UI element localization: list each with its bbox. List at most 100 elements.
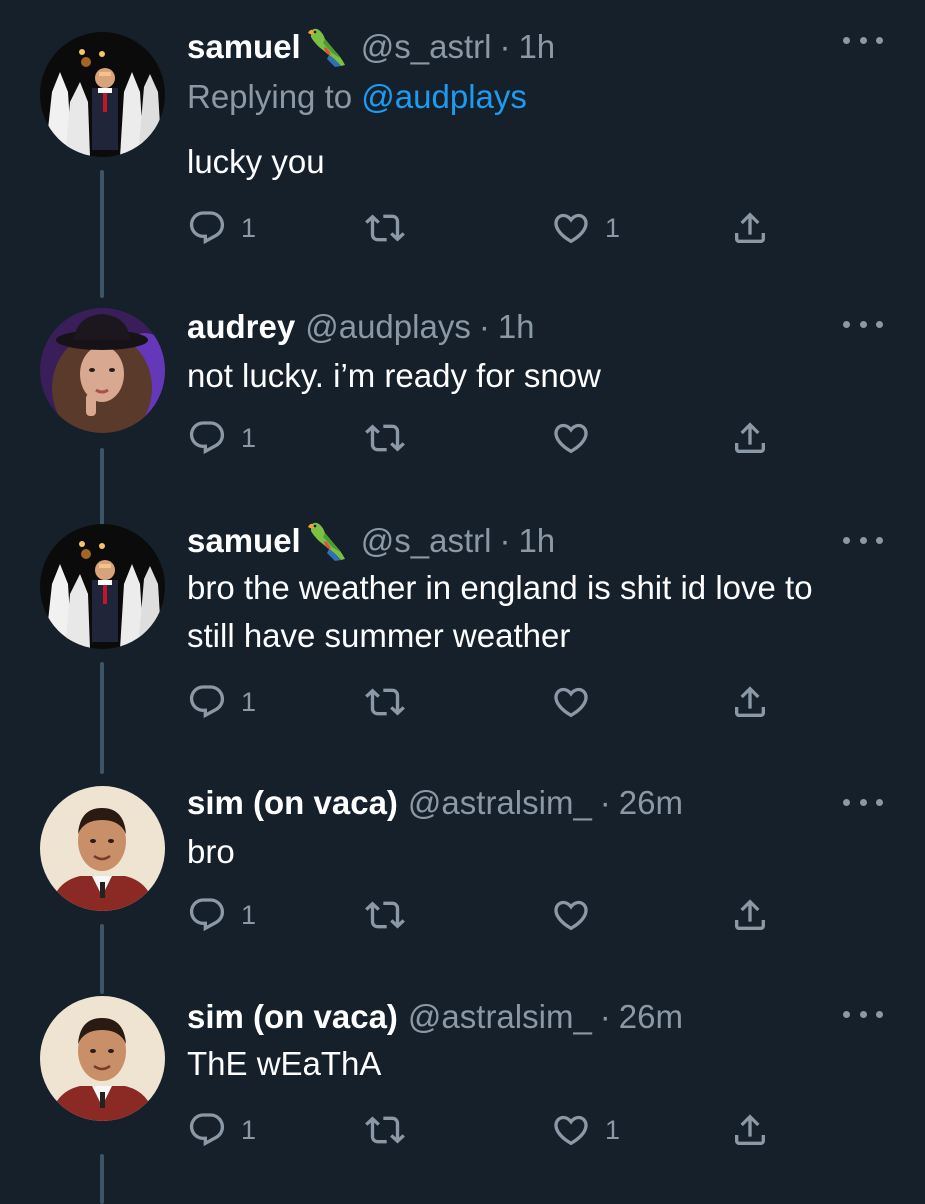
like-button[interactable] <box>551 677 605 727</box>
tweet-text: bro <box>187 833 235 870</box>
retweet-icon <box>365 682 405 722</box>
reply-button[interactable]: 1 <box>187 413 256 463</box>
replying-to-label: Replying to <box>187 78 353 115</box>
timestamp[interactable]: 1h <box>518 522 555 560</box>
handle[interactable]: @s_astrl <box>361 28 492 66</box>
replying-to: Replying to @audplays <box>187 78 527 116</box>
parrot-emoji-icon <box>305 25 349 69</box>
share-button[interactable] <box>730 203 770 253</box>
tweet-header: samuel @s_astrl · 1h <box>187 22 555 72</box>
tweet-actions: 1 <box>187 890 787 940</box>
tweet-actions: 1 1 <box>187 1105 787 1155</box>
avatar[interactable] <box>40 996 165 1121</box>
heart-icon <box>551 895 591 935</box>
reply-button[interactable]: 1 <box>187 890 256 940</box>
like-button[interactable]: 1 <box>551 1105 620 1155</box>
display-name[interactable]: samuel <box>187 28 301 66</box>
tweet-actions: 1 <box>187 677 787 727</box>
share-icon <box>730 418 770 458</box>
retweet-button[interactable] <box>365 1105 419 1155</box>
more-options-icon[interactable] <box>843 792 883 812</box>
more-options-icon[interactable] <box>843 314 883 334</box>
more-options-icon[interactable] <box>843 530 883 550</box>
separator-dot: · <box>499 522 511 559</box>
display-name[interactable]: samuel <box>187 522 301 560</box>
thread-line <box>100 1154 104 1204</box>
like-button[interactable] <box>551 413 605 463</box>
reply-button[interactable]: 1 <box>187 203 256 253</box>
heart-icon <box>551 208 591 248</box>
thread-line <box>100 170 104 298</box>
avatar[interactable] <box>40 32 165 157</box>
display-name[interactable]: sim (on vaca) <box>187 784 398 822</box>
display-name[interactable]: audrey <box>187 308 295 346</box>
handle[interactable]: @audplays <box>305 308 471 346</box>
avatar-audrey-icon <box>40 308 165 433</box>
retweet-icon <box>365 418 405 458</box>
display-name[interactable]: sim (on vaca) <box>187 998 398 1036</box>
retweet-button[interactable] <box>365 203 419 253</box>
reply-icon <box>187 682 227 722</box>
reply-mention-link[interactable]: @audplays <box>361 78 527 115</box>
like-count: 1 <box>605 1114 621 1145</box>
tweet-header: sim (on vaca) @astralsim_ · 26m <box>187 992 683 1042</box>
retweet-button[interactable] <box>365 677 419 727</box>
retweet-icon <box>365 208 405 248</box>
more-options-icon[interactable] <box>843 30 883 50</box>
heart-icon <box>551 1110 591 1150</box>
handle[interactable]: @astralsim_ <box>408 784 592 822</box>
retweet-icon <box>365 1110 405 1150</box>
tweet[interactable]: sim (on vaca) @astralsim_ · 26m bro 1 <box>0 782 925 994</box>
tweet-text: ThE wEaThA <box>187 1045 382 1082</box>
avatar-sim-icon <box>40 996 165 1121</box>
share-button[interactable] <box>730 413 770 463</box>
tweet-text: bro the weather in england is shit id lo… <box>187 569 813 654</box>
like-button[interactable]: 1 <box>551 203 620 253</box>
reply-icon <box>187 418 227 458</box>
handle[interactable]: @s_astrl <box>361 522 492 560</box>
heart-icon <box>551 682 591 722</box>
reply-count: 1 <box>241 1114 257 1145</box>
avatar[interactable] <box>40 308 165 433</box>
tweet[interactable]: audrey @audplays · 1h not lucky. i’m rea… <box>0 290 925 528</box>
timestamp[interactable]: 1h <box>518 28 555 66</box>
tweet-text: not lucky. i’m ready for snow <box>187 357 601 394</box>
reply-button[interactable]: 1 <box>187 677 256 727</box>
reply-icon <box>187 1110 227 1150</box>
share-icon <box>730 682 770 722</box>
more-options-icon[interactable] <box>843 1004 883 1024</box>
retweet-button[interactable] <box>365 413 419 463</box>
share-button[interactable] <box>730 1105 770 1155</box>
retweet-icon <box>365 895 405 935</box>
reply-count: 1 <box>241 686 257 717</box>
tweet-actions: 1 1 <box>187 203 787 253</box>
avatar-sim-icon <box>40 786 165 911</box>
avatar[interactable] <box>40 786 165 911</box>
retweet-button[interactable] <box>365 890 419 940</box>
share-icon <box>730 895 770 935</box>
separator-dot: · <box>499 28 511 65</box>
tweet[interactable]: samuel @s_astrl · 1h bro the weather in … <box>0 520 925 782</box>
like-button[interactable] <box>551 890 605 940</box>
share-button[interactable] <box>730 890 770 940</box>
avatar[interactable] <box>40 524 165 649</box>
avatar-samuel-icon <box>40 524 165 649</box>
parrot-emoji-icon <box>305 519 349 563</box>
tweet[interactable]: sim (on vaca) @astralsim_ · 26m ThE wEaT… <box>0 992 925 1204</box>
timestamp[interactable]: 26m <box>619 998 683 1036</box>
avatar-samuel-icon <box>40 32 165 157</box>
reply-button[interactable]: 1 <box>187 1105 256 1155</box>
share-button[interactable] <box>730 677 770 727</box>
reply-icon <box>187 895 227 935</box>
reply-count: 1 <box>241 422 257 453</box>
tweet-header: samuel @s_astrl · 1h <box>187 516 555 566</box>
like-count: 1 <box>605 212 621 243</box>
timestamp[interactable]: 1h <box>498 308 535 346</box>
tweet-actions: 1 <box>187 413 787 463</box>
tweet-header: sim (on vaca) @astralsim_ · 26m <box>187 778 683 828</box>
separator-dot: · <box>599 998 611 1035</box>
timestamp[interactable]: 26m <box>619 784 683 822</box>
reply-count: 1 <box>241 212 257 243</box>
tweet[interactable]: samuel @s_astrl · 1h Replying to @audpla… <box>0 0 925 298</box>
handle[interactable]: @astralsim_ <box>408 998 592 1036</box>
